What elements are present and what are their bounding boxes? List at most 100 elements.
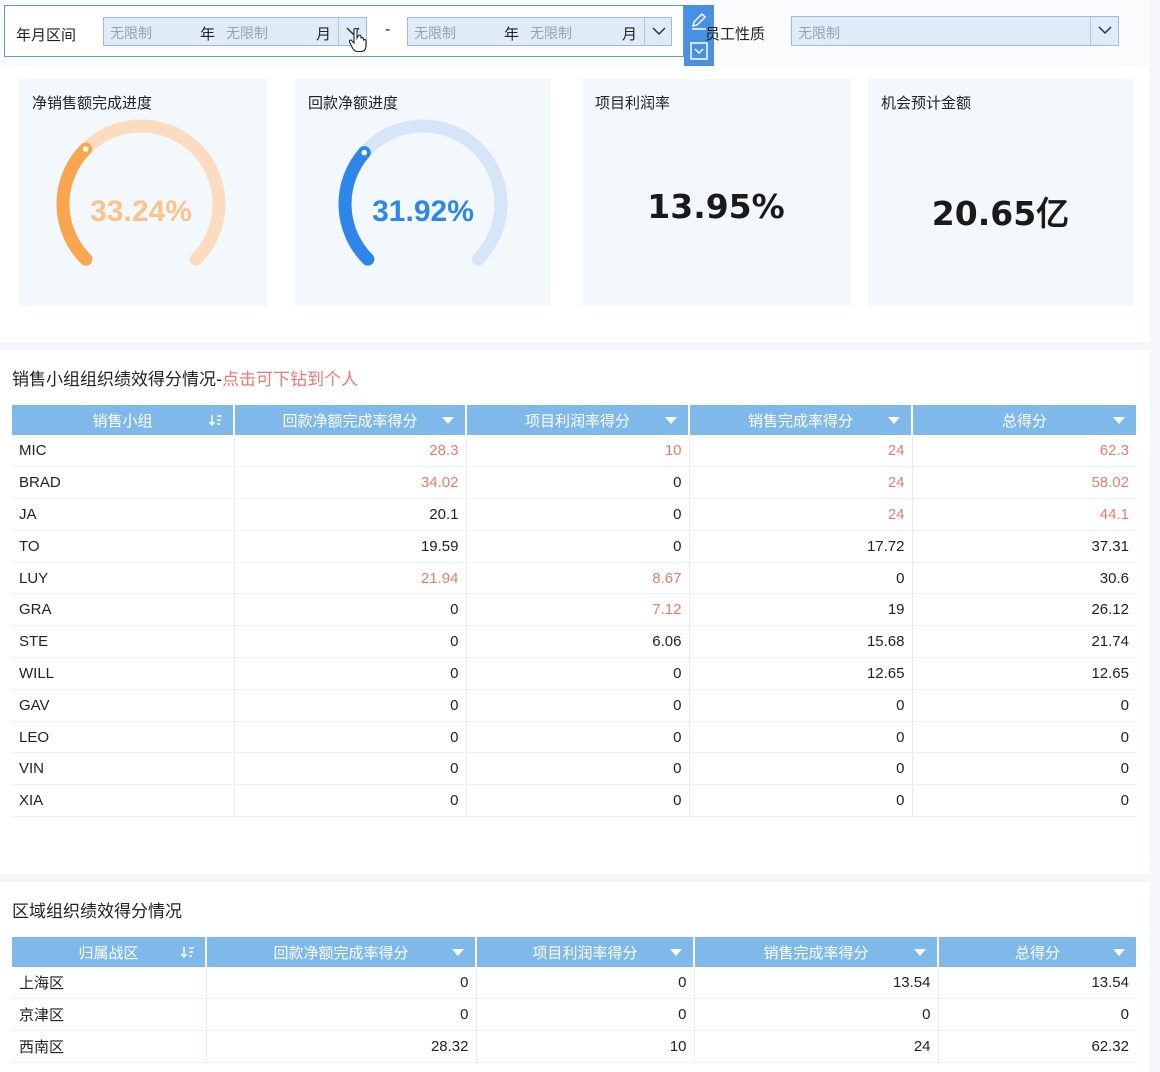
collapse-button[interactable] <box>689 41 709 61</box>
table-row[interactable]: VIN 0 0 0 0 <box>12 752 1136 786</box>
table-row[interactable]: MIC 28.3 10 24 62.3 <box>12 435 1136 468</box>
gauge-marker <box>80 143 91 155</box>
score-cell: 26.12 <box>912 593 1136 627</box>
row-name-cell[interactable]: WILL <box>12 657 235 690</box>
score-cell: 8.67 <box>466 562 690 595</box>
column-header[interactable]: 销售完成率得分 <box>694 937 939 967</box>
filter-dropdown-icon[interactable] <box>441 414 455 426</box>
column-header-label: 总得分 <box>1001 412 1047 430</box>
end-year-value[interactable]: 无限制 <box>414 23 456 43</box>
table-row[interactable]: LEO 0 0 0 0 <box>12 721 1136 754</box>
collection-gauge: 31.92% <box>338 119 508 266</box>
start-month-value[interactable]: 无限制 <box>226 23 268 43</box>
row-name-cell[interactable]: LEO <box>12 721 235 754</box>
score-cell: 0 <box>234 593 467 627</box>
staff-type-label: 员工性质 <box>705 25 766 43</box>
score-cell: 24 <box>694 1030 939 1063</box>
end-month-dropdown-button[interactable] <box>644 18 672 45</box>
column-header[interactable]: 销售完成率得分 <box>689 405 913 435</box>
drilldown-link[interactable]: 点击可下钻到个人 <box>222 370 358 390</box>
score-cell: 13.54 <box>694 967 939 1000</box>
score-cell: 0 <box>466 721 690 754</box>
column-header-label: 项目利润率得分 <box>532 944 638 962</box>
score-cell: 0 <box>476 998 695 1032</box>
row-name-cell[interactable]: 西南区 <box>12 1030 207 1063</box>
score-cell: 21.74 <box>912 625 1136 659</box>
row-name-cell[interactable]: 京津区 <box>12 998 207 1032</box>
section-title-text: 销售小组组织绩效得分情况- <box>12 370 223 390</box>
kpi-value: 13.95% <box>647 187 785 226</box>
score-cell: 0 <box>234 689 467 722</box>
row-name-cell[interactable]: XIA <box>12 784 235 818</box>
row-name-cell[interactable]: 上海区 <box>12 967 207 1000</box>
start-year-value[interactable]: 无限制 <box>110 23 152 43</box>
table-row[interactable]: WILL 0 0 12.65 12.65 <box>12 657 1136 690</box>
table-row[interactable]: XIA 0 0 0 0 <box>12 784 1136 818</box>
chevron-down-icon <box>1098 26 1112 35</box>
table-row[interactable]: BRAD 34.02 0 24 58.02 <box>12 466 1136 500</box>
table-row[interactable]: 西南区 28.32 10 24 62.32 <box>12 1030 1136 1063</box>
score-cell: 0 <box>694 998 939 1032</box>
sort-icon[interactable] <box>181 946 195 958</box>
filter-dropdown-icon[interactable] <box>669 946 683 958</box>
column-header-group[interactable]: 归属战区 <box>12 937 207 967</box>
score-cell: 28.32 <box>206 1030 477 1063</box>
table-row[interactable]: GRA 0 7.12 19 26.12 <box>12 593 1136 627</box>
row-name-cell[interactable]: GRA <box>12 593 235 627</box>
score-cell: 0 <box>912 784 1136 818</box>
table-row[interactable]: GAV 0 0 0 0 <box>12 689 1136 722</box>
kpi-card-opportunity-amount[interactable]: 机会预计金额 20.65亿 <box>868 79 1133 306</box>
row-name-cell[interactable]: MIC <box>12 435 235 468</box>
row-name-cell[interactable]: GAV <box>12 689 235 722</box>
table-row[interactable]: TO 19.59 0 17.72 37.31 <box>12 530 1136 563</box>
sales-group-section: 销售小组组织绩效得分情况-点击可下钻到个人 销售小组 回款净额完成率得分 项目利润率… <box>0 350 1150 874</box>
filter-dropdown-icon[interactable] <box>913 946 927 958</box>
hand-cursor-icon <box>348 27 367 53</box>
row-name-cell[interactable]: LUY <box>12 562 235 595</box>
net-sales-gauge: 33.24% <box>56 119 226 266</box>
score-cell: 28.3 <box>234 435 467 468</box>
table-row[interactable]: 上海区 0 0 13.54 13.54 <box>12 967 1136 1000</box>
column-header[interactable]: 回款净额完成率得分 <box>234 405 467 435</box>
filter-dropdown-icon[interactable] <box>887 414 901 426</box>
column-header[interactable]: 项目利润率得分 <box>466 405 690 435</box>
table-row[interactable]: LUY 21.94 8.67 0 30.6 <box>12 562 1136 595</box>
staff-type-dropdown-button[interactable] <box>1090 17 1118 45</box>
column-header[interactable]: 总得分 <box>938 937 1136 967</box>
row-name-cell[interactable]: JA <box>12 498 235 531</box>
score-cell: 0 <box>466 752 690 786</box>
kpi-card-profit-rate[interactable]: 项目利润率 13.95% <box>582 79 850 306</box>
filter-dropdown-icon[interactable] <box>1112 946 1126 958</box>
staff-type-select[interactable]: 无限制 <box>791 16 1119 46</box>
row-name-cell[interactable]: VIN <box>12 752 235 786</box>
date-range-label: 年月区间 <box>16 26 77 44</box>
sort-icon[interactable] <box>209 414 223 426</box>
filter-dropdown-icon[interactable] <box>664 414 678 426</box>
column-header-label: 销售完成率得分 <box>747 412 853 430</box>
score-cell: 0 <box>476 967 695 1000</box>
score-cell: 0 <box>689 562 913 595</box>
score-cell: 0 <box>466 498 690 531</box>
table-row[interactable]: 京津区 0 0 0 0 <box>12 998 1136 1032</box>
kpi-value: 33.24% <box>90 195 192 228</box>
column-header-group[interactable]: 销售小组 <box>12 405 235 435</box>
column-header[interactable]: 总得分 <box>912 405 1136 435</box>
filter-dropdown-icon[interactable] <box>451 946 465 958</box>
table-row[interactable]: JA 20.1 0 24 44.1 <box>12 498 1136 531</box>
filter-dropdown-icon[interactable] <box>1112 414 1126 426</box>
gauge-marker <box>359 147 370 158</box>
row-name-cell[interactable]: BRAD <box>12 466 235 500</box>
score-cell: 0 <box>466 784 690 818</box>
kpi-card-collection[interactable]: 回款净额进度 31.92% <box>295 79 551 306</box>
row-name-cell[interactable]: TO <box>12 530 235 563</box>
column-header-label: 总得分 <box>1014 944 1060 962</box>
table-row[interactable]: STE 0 6.06 15.68 21.74 <box>12 625 1136 659</box>
row-name-cell[interactable]: STE <box>12 625 235 659</box>
range-separator: - <box>385 20 391 38</box>
column-header[interactable]: 回款净额完成率得分 <box>206 937 477 967</box>
kpi-card-net-sales[interactable]: 净销售额完成进度 33.24% <box>19 79 267 306</box>
score-cell: 0 <box>689 784 913 818</box>
sales-group-table: 销售小组 回款净额完成率得分 项目利润率得分 销售完成率得分 总得分 MIC 28.3 10… <box>12 405 1136 818</box>
end-month-value[interactable]: 无限制 <box>530 23 572 43</box>
column-header[interactable]: 项目利润率得分 <box>476 937 695 967</box>
